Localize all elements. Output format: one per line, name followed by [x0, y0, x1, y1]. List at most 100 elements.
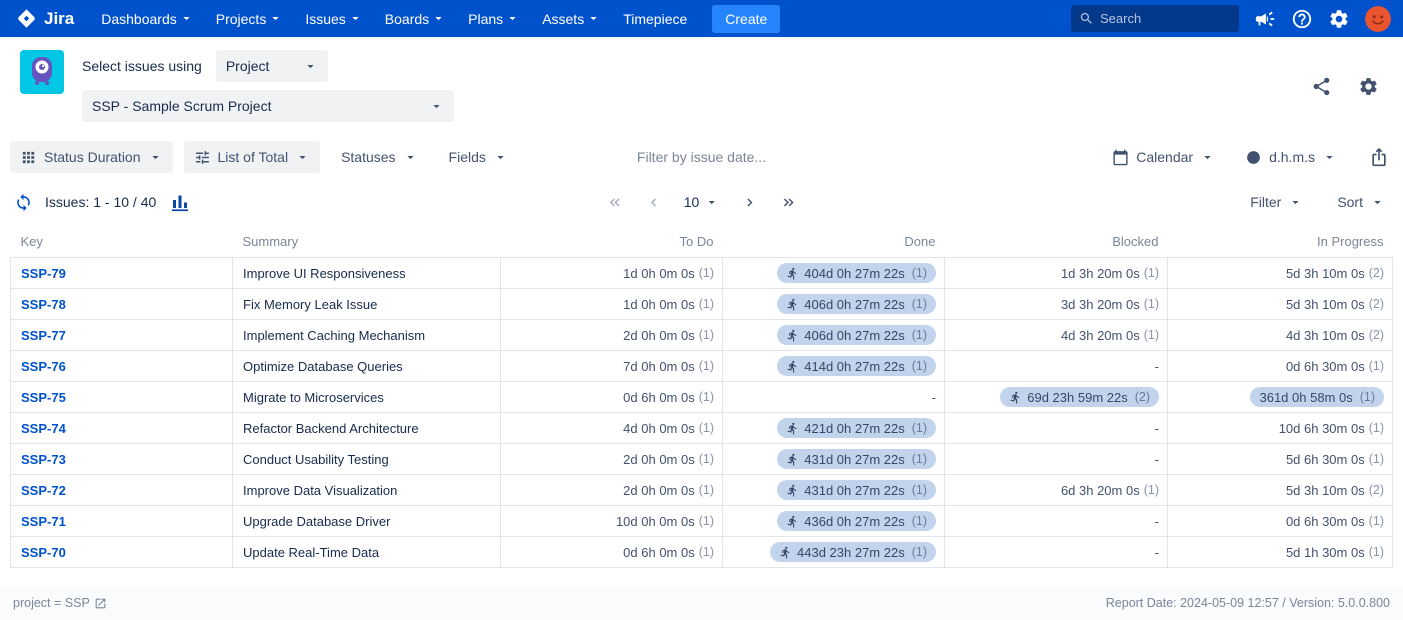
current-status-duration: 431d 0h 27m 22s(1) — [777, 449, 936, 469]
status-duration: 10d 0h 0m 0s(1) — [616, 514, 714, 529]
chevron-down-icon — [1200, 150, 1215, 165]
current-status-duration: 406d 0h 27m 22s(1) — [777, 325, 936, 345]
refresh-icon[interactable] — [14, 193, 33, 212]
statuses-dropdown[interactable]: Statuses — [331, 141, 427, 173]
chevron-down-icon — [431, 11, 446, 26]
next-page-button[interactable] — [741, 194, 758, 211]
nav-item-plans[interactable]: Plans — [457, 0, 531, 37]
issues-table: Key Summary To Do Done Blocked In Progre… — [10, 226, 1393, 568]
status-duration: 1d 0h 0m 0s(1) — [623, 297, 714, 312]
global-search[interactable] — [1071, 5, 1239, 32]
search-input[interactable] — [1100, 11, 1231, 26]
prev-page-button[interactable] — [645, 194, 662, 211]
time-format-dropdown[interactable]: d.h.m.s — [1235, 141, 1347, 173]
sort-dropdown[interactable]: Sort — [1333, 186, 1389, 218]
last-page-button[interactable] — [780, 194, 797, 211]
issue-date-filter[interactable]: Filter by issue date... — [637, 149, 766, 165]
current-status-duration: 69d 23h 59m 22s(2) — [1000, 387, 1159, 407]
table-row: SSP-76Optimize Database Queries7d 0h 0m … — [11, 351, 1393, 382]
view-mode-dropdown[interactable]: List of Total — [184, 141, 321, 173]
calendar-label: Calendar — [1136, 149, 1193, 165]
first-page-button[interactable] — [606, 194, 623, 211]
issue-key-cell: SSP-72 — [11, 475, 233, 506]
user-avatar[interactable] — [1365, 6, 1391, 32]
table-row: SSP-72 Improve Data Visualization2d 0h 0m… — [11, 475, 1393, 506]
table-row: SSP-75Migrate to Microservices0d 6h 0m 0… — [11, 382, 1393, 413]
sort-label: Sort — [1337, 194, 1363, 210]
report-meta: Report Date: 2024-05-09 12:57 / Version:… — [1106, 596, 1390, 610]
filter-label: Filter — [1250, 194, 1281, 210]
chevron-down-icon — [704, 195, 719, 210]
nav-item-boards[interactable]: Boards — [374, 0, 457, 37]
calendar-dropdown[interactable]: Calendar — [1102, 141, 1225, 173]
nav-item-projects[interactable]: Projects — [205, 0, 295, 37]
inprogress-duration-cell: 5d 3h 10m 0s(2) — [1168, 475, 1393, 506]
issue-summary: Refactor Backend Architecture — [233, 413, 501, 444]
footer-query-link[interactable]: project = SSP — [13, 596, 107, 610]
issue-summary: Improve UI Responsiveness — [233, 258, 501, 289]
issue-source-dropdown[interactable]: Project — [216, 50, 328, 82]
nav-item-label: Issues — [305, 11, 345, 27]
nav-item-issues[interactable]: Issues — [294, 0, 373, 37]
runner-icon — [786, 360, 799, 373]
issue-summary: Optimize Database Queries — [233, 351, 501, 382]
toolbar-right-group: Calendar d.h.m.s — [1102, 141, 1393, 173]
blocked-duration-cell: 3d 3h 20m 0s(1) — [945, 289, 1168, 320]
issue-key-link[interactable]: SSP-71 — [21, 514, 66, 529]
fields-dropdown[interactable]: Fields — [439, 141, 518, 173]
todo-duration-cell: 2d 0h 0m 0s(1) — [501, 475, 723, 506]
share-icon[interactable] — [1311, 76, 1332, 97]
table-row: SSP-74Refactor Backend Architecture4d 0h… — [11, 413, 1393, 444]
column-header-todo: To Do — [501, 226, 723, 258]
create-button[interactable]: Create — [712, 5, 780, 33]
timepiece-app-logo — [20, 50, 64, 94]
nav-item-label: Dashboards — [101, 11, 177, 27]
gear-icon[interactable] — [1328, 8, 1350, 30]
issue-summary: Fix Memory Leak Issue — [233, 289, 501, 320]
project-dropdown[interactable]: SSP - Sample Scrum Project — [82, 90, 454, 122]
time-format-value: d.h.m.s — [1269, 149, 1315, 165]
issue-summary: Implement Caching Mechanism — [233, 320, 501, 351]
nav-item-timepiece[interactable]: Timepiece — [612, 0, 698, 37]
issue-key-link[interactable]: SSP-77 — [21, 328, 66, 343]
chart-icon[interactable] — [168, 190, 192, 214]
issue-key-cell: SSP-76 — [11, 351, 233, 382]
inprogress-duration-cell: 4d 3h 10m 0s(2) — [1168, 320, 1393, 351]
todo-duration-cell: 2d 0h 0m 0s(1) — [501, 444, 723, 475]
jira-home-link[interactable]: Jira — [16, 8, 74, 29]
issue-key-link[interactable]: SSP-79 — [21, 266, 66, 281]
done-duration-cell: 406d 0h 27m 22s(1) — [723, 289, 945, 320]
todo-duration-cell: 0d 6h 0m 0s(1) — [501, 537, 723, 568]
brand-label: Jira — [44, 9, 74, 29]
issue-summary: Improve Data Visualization — [233, 475, 501, 506]
runner-icon — [779, 546, 792, 559]
table-row: SSP-79 Improve UI Responsiveness 1d 0h 0m … — [11, 258, 1393, 289]
column-header-blocked: Blocked — [945, 226, 1168, 258]
issue-key-link[interactable]: SSP-70 — [21, 545, 66, 560]
issue-key-link[interactable]: SSP-72 — [21, 483, 66, 498]
nav-item-label: Assets — [542, 11, 584, 27]
project-value: SSP - Sample Scrum Project — [92, 98, 271, 114]
report-type-dropdown[interactable]: Status Duration — [10, 141, 173, 173]
app-window: Jira Dashboards Projects Issues Boards P… — [0, 0, 1403, 620]
filter-dropdown[interactable]: Filter — [1246, 186, 1307, 218]
issue-key-link[interactable]: SSP-75 — [21, 390, 66, 405]
page-size-dropdown[interactable]: 10 — [684, 194, 720, 210]
issue-key-link[interactable]: SSP-73 — [21, 452, 66, 467]
chevron-down-icon — [493, 150, 508, 165]
status-duration: 1d 0h 0m 0s(1) — [623, 266, 714, 281]
nav-item-assets[interactable]: Assets — [531, 0, 612, 37]
issue-key-link[interactable]: SSP-76 — [21, 359, 66, 374]
help-icon[interactable] — [1291, 8, 1313, 30]
blocked-duration-cell: - — [945, 351, 1168, 382]
settings-icon[interactable] — [1358, 76, 1379, 97]
nav-item-dashboards[interactable]: Dashboards — [90, 0, 205, 37]
statuses-label: Statuses — [341, 149, 395, 165]
issue-key-link[interactable]: SSP-74 — [21, 421, 66, 436]
blocked-duration-cell: - — [945, 506, 1168, 537]
megaphone-icon[interactable] — [1254, 8, 1276, 30]
issue-key-link[interactable]: SSP-78 — [21, 297, 66, 312]
search-icon — [1079, 11, 1094, 26]
calendar-icon — [1112, 149, 1129, 166]
export-icon[interactable] — [1369, 147, 1389, 167]
